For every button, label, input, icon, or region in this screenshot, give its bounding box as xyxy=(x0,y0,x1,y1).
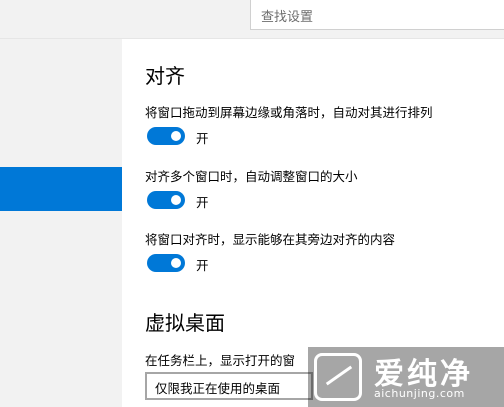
watermark: 爱纯净 aichunjing.com xyxy=(308,347,504,407)
snap-section-title: 对齐 xyxy=(145,64,185,88)
snap-setting-label-3: 将窗口对齐时，显示能够在其旁边对齐的内容 xyxy=(145,232,396,247)
toggle-knob xyxy=(171,131,181,141)
watermark-url: aichunjing.com xyxy=(374,387,465,400)
snap-setting-label-2: 对齐多个窗口时，自动调整窗口的大小 xyxy=(145,169,358,184)
snap-toggle-state-3: 开 xyxy=(196,258,209,273)
toggle-knob xyxy=(171,195,181,205)
sidebar-item-selected[interactable] xyxy=(0,167,122,211)
search-placeholder: 查找设置 xyxy=(261,10,314,25)
dropdown-selected-value: 仅限我正在使用的桌面 xyxy=(155,381,281,396)
search-box[interactable]: 查找设置 xyxy=(250,0,504,30)
title-bar: 查找设置 xyxy=(0,0,504,39)
watermark-logo-icon xyxy=(314,353,362,401)
taskbar-windows-label: 在任务栏上，显示打开的窗 xyxy=(145,353,296,368)
snap-toggle-3[interactable] xyxy=(147,254,185,272)
taskbar-windows-dropdown[interactable]: 仅限我正在使用的桌面 xyxy=(145,372,313,400)
snap-toggle-2[interactable] xyxy=(147,191,185,209)
snap-setting-label-1: 将窗口拖动到屏幕边缘或角落时，自动对其进行排列 xyxy=(145,105,433,120)
sidebar xyxy=(0,39,122,407)
snap-toggle-state-1: 开 xyxy=(196,131,209,146)
snap-toggle-1[interactable] xyxy=(147,127,185,145)
toggle-knob xyxy=(171,258,181,268)
virtual-desktop-section-title: 虚拟桌面 xyxy=(145,311,225,335)
snap-toggle-state-2: 开 xyxy=(196,195,209,210)
